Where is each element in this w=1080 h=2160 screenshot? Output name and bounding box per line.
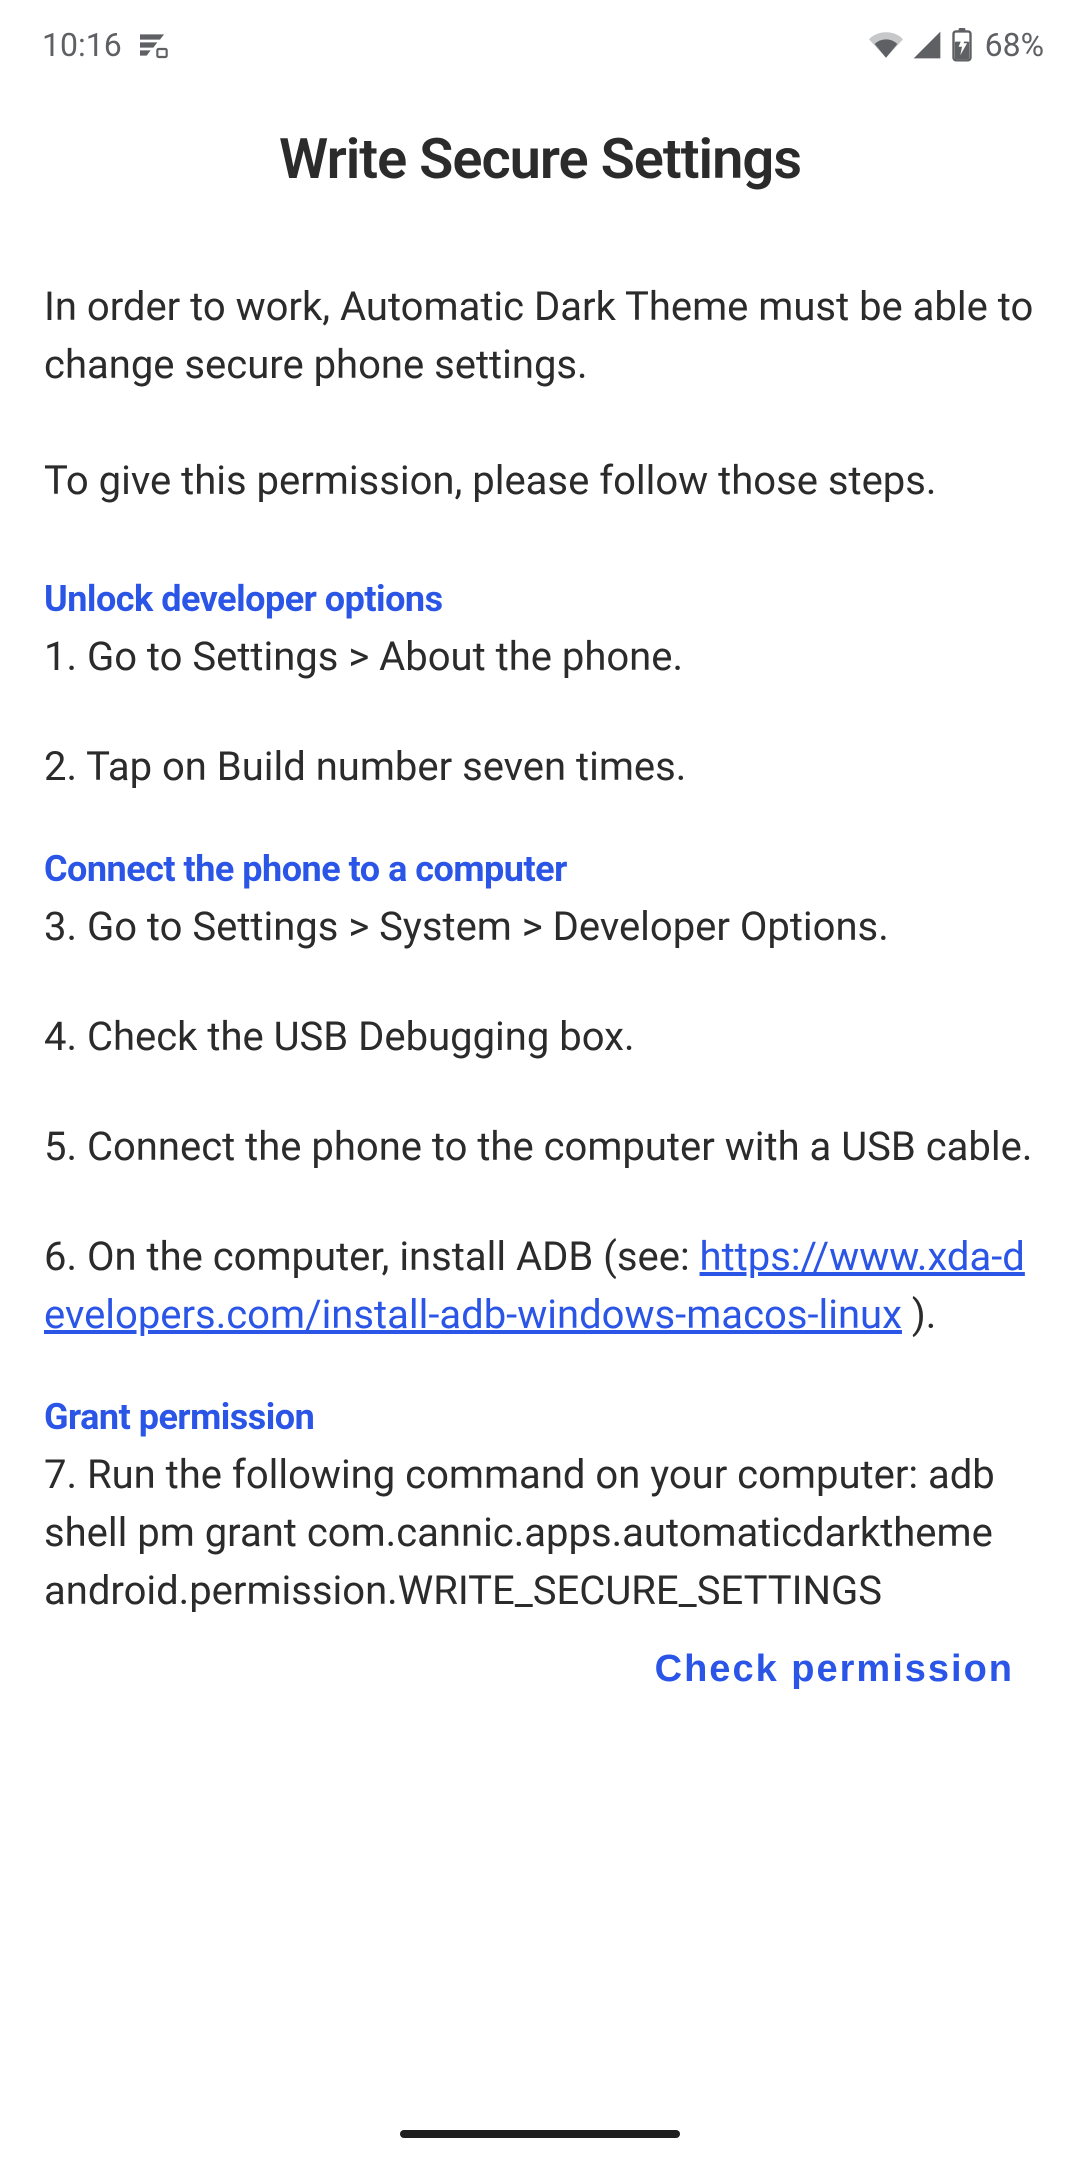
section-heading-connect: Connect the phone to a computer xyxy=(44,848,1036,890)
step-6-prefix: 6. On the computer, install ADB (see: xyxy=(44,1233,700,1280)
intro-text-2: To give this permission, please follow t… xyxy=(44,452,1036,510)
step-5: 5. Connect the phone to the computer wit… xyxy=(44,1118,1036,1176)
step-6: 6. On the computer, install ADB (see: ht… xyxy=(44,1228,1036,1344)
page-title: Write Secure Settings xyxy=(44,126,1036,192)
status-time: 10:16 xyxy=(42,26,122,64)
step-3: 3. Go to Settings > System > Developer O… xyxy=(44,898,1036,956)
step-4: 4. Check the USB Debugging box. xyxy=(44,1008,1036,1066)
step-2: 2. Tap on Build number seven times. xyxy=(44,738,1036,796)
check-permission-button[interactable]: Check permission xyxy=(655,1648,1014,1691)
nav-handle[interactable] xyxy=(400,2130,680,2138)
status-battery-percent: 68% xyxy=(985,26,1044,64)
section-heading-unlock-dev: Unlock developer options xyxy=(44,578,1036,620)
wifi-icon xyxy=(869,28,903,62)
step-1: 1. Go to Settings > About the phone. xyxy=(44,628,1036,686)
step-6-suffix: ). xyxy=(902,1291,936,1338)
signal-icon xyxy=(911,29,943,61)
section-heading-grant: Grant permission xyxy=(44,1396,1036,1438)
step-7: 7. Run the following command on your com… xyxy=(44,1446,1036,1620)
todoist-icon xyxy=(136,29,168,61)
intro-text-1: In order to work, Automatic Dark Theme m… xyxy=(44,278,1036,394)
battery-charging-icon xyxy=(951,28,973,62)
status-bar: 10:16 68% xyxy=(0,0,1080,72)
